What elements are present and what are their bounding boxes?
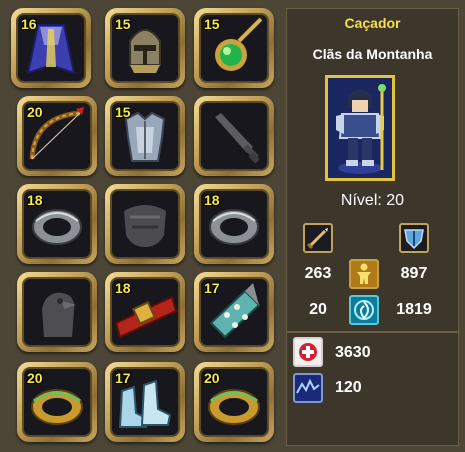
hunter-avatar-icon (328, 78, 392, 178)
equip-slot-ring-right[interactable]: 18 (194, 184, 274, 264)
divider (287, 331, 458, 333)
item-level: 15 (204, 16, 220, 32)
equip-slot-gloves[interactable] (105, 184, 185, 264)
equip-slot-bracer[interactable]: 17 (194, 272, 274, 352)
item-level: 18 (204, 192, 220, 208)
equip-slot-armor[interactable]: 15 (105, 96, 185, 176)
equip-slot-sword[interactable] (194, 96, 274, 176)
secondary-stat-a: 20 (309, 301, 327, 318)
character-level: Nível: 20 (340, 192, 405, 209)
item-level: 17 (115, 370, 131, 386)
equip-slot-ring-2-right[interactable]: 20 (194, 362, 274, 442)
item-level: 16 (21, 16, 37, 32)
mana-value: 120 (335, 379, 362, 396)
swirl-stat-icon (349, 295, 379, 325)
attack-value: 263 (304, 265, 332, 282)
defense-stat-icon (399, 223, 429, 253)
character-info-panel: Caçador Clãs da Montanha Nível: 20 263 8… (286, 8, 459, 446)
strength-stat-icon (349, 259, 379, 289)
health-value: 3630 (335, 344, 371, 361)
mana-icon (293, 373, 323, 403)
character-equipment-window: 16 15 15 20 15 18 18 18 17 20 17 20 Caça… (0, 0, 465, 452)
equip-slot-boots[interactable]: 17 (105, 362, 185, 442)
gloves-silhouette-icon (124, 205, 166, 247)
defense-value: 897 (400, 265, 428, 282)
bird-silhouette-icon (42, 292, 76, 337)
equip-slot-ring-2-left[interactable]: 20 (17, 362, 97, 442)
item-level: 20 (27, 104, 43, 120)
sword-silhouette-icon (215, 113, 260, 164)
item-level: 20 (204, 370, 220, 386)
character-clan: Clãs da Montanha (312, 46, 433, 62)
equip-slot-pet[interactable] (17, 272, 97, 352)
item-level: 17 (204, 280, 220, 296)
item-level: 15 (115, 16, 131, 32)
health-icon (293, 337, 323, 367)
item-level: 20 (27, 370, 43, 386)
equip-slot-ring-left[interactable]: 18 (17, 184, 97, 264)
attack-stat-icon (303, 223, 333, 253)
character-class: Caçador (344, 15, 401, 31)
item-level: 15 (115, 104, 131, 120)
equip-slot-cape[interactable]: 16 (11, 8, 91, 88)
secondary-stat-b: 1819 (396, 301, 432, 318)
equip-slot-helmet[interactable]: 15 (105, 8, 185, 88)
equip-slot-belt[interactable]: 18 (105, 272, 185, 352)
equip-slot-bow[interactable]: 20 (17, 96, 97, 176)
item-level: 18 (27, 192, 43, 208)
item-level: 18 (115, 280, 131, 296)
character-portrait[interactable] (325, 75, 395, 181)
equip-slot-amulet[interactable]: 15 (194, 8, 274, 88)
